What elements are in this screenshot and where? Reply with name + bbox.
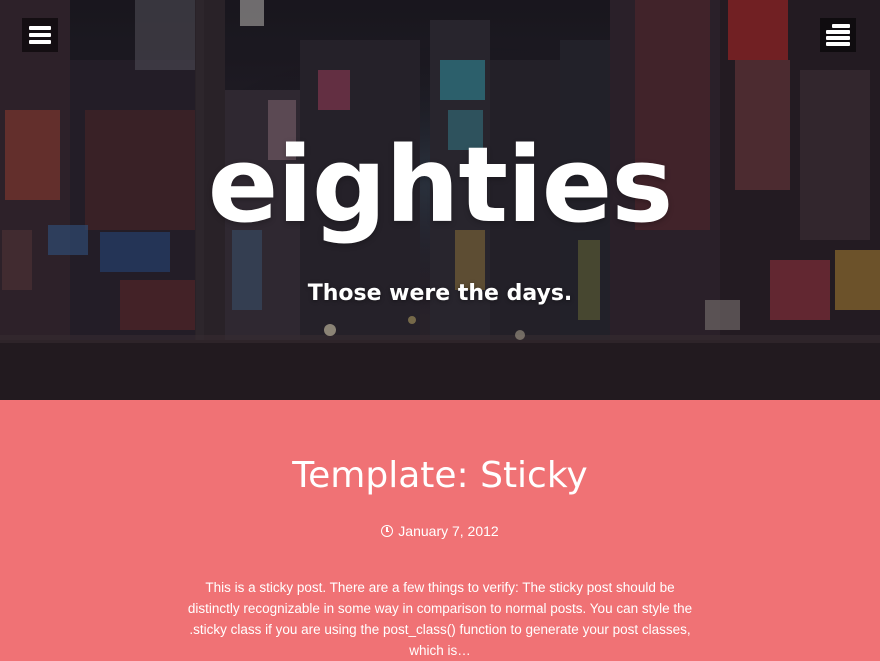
menu-bar [29,26,51,30]
site-tagline: Those were the days. [307,281,573,306]
clock-icon [381,525,394,537]
menu-bar [826,36,850,40]
post-content-area: Template: Sticky January 7, 2012 This is… [0,400,880,660]
post-excerpt: This is a sticky post. There are a few t… [187,580,693,658]
menu-bar [29,33,51,37]
post-title[interactable]: Template: Sticky [0,450,880,502]
menu-bar [826,42,850,46]
sidebar-menu-icon[interactable] [820,18,856,52]
post-date[interactable]: January 7, 2012 [398,523,498,539]
menu-bar [832,24,850,28]
hamburger-menu-icon[interactable] [22,18,58,52]
menu-bar [29,40,51,44]
post-meta: January 7, 2012 [0,520,880,542]
menu-bar [826,30,850,34]
site-title[interactable]: eighties [0,120,880,250]
site-header: eighties Those were the days. [0,0,880,400]
